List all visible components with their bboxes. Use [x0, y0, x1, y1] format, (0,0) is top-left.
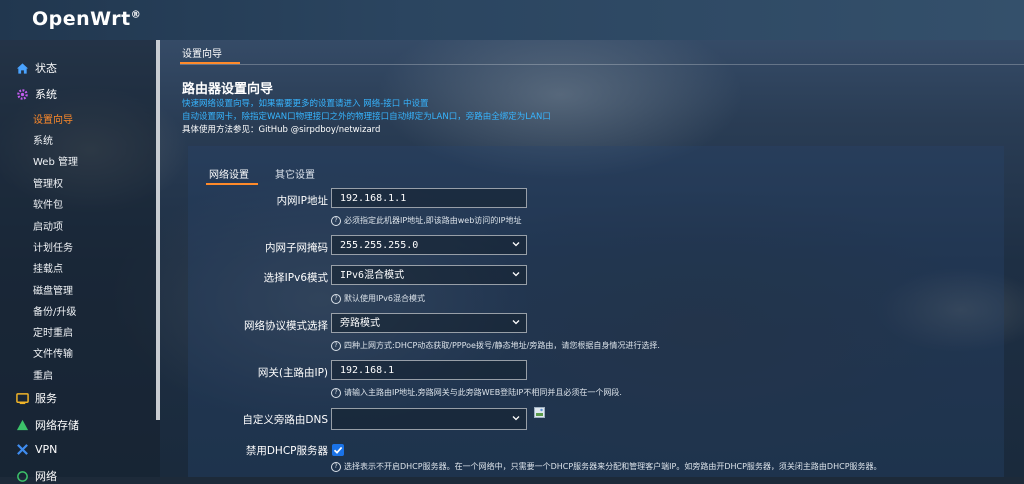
gateway-hint: ? 请输入主路由IP地址,旁路网关与此旁路WEB登陆IP不相同并且必须在一个网段… [331, 387, 622, 398]
services-icon [16, 392, 29, 404]
vpn-icon [17, 444, 28, 455]
sidebar-sub-reboot-schedule[interactable]: 定时重启 [33, 324, 73, 339]
sidebar-sub-system[interactable]: 系统 [33, 132, 53, 147]
sidebar-item-label: VPN [35, 443, 58, 456]
sidebar-item-label: 网络存储 [35, 419, 79, 432]
sidebar-sub-file-transfer[interactable]: 文件传输 [33, 345, 73, 360]
ipv6-mode-hint: ? 默认使用IPv6混合模式 [331, 293, 425, 304]
sidebar-sub-wizard[interactable]: 设置向导 [33, 111, 73, 126]
lan-ip-label: 内网IP地址 [276, 195, 328, 207]
sidebar-sub-admin[interactable]: 管理权 [33, 175, 63, 190]
disable-dhcp-label: 禁用DHCP服务器 [245, 445, 328, 457]
gear-icon [17, 88, 28, 100]
top-bar: OpenWrt® [0, 0, 1024, 40]
sidebar-item-status[interactable]: 状态 [16, 60, 57, 76]
tab-network-settings[interactable]: 网络设置 [209, 166, 249, 181]
sidebar-item-label: 网络 [35, 470, 57, 483]
checkmark-icon [333, 446, 343, 454]
sidebar-item-system[interactable]: 系统 [16, 86, 57, 102]
sidebar-item-storage[interactable]: 网络存储 [16, 417, 79, 433]
add-dns-icon[interactable] [534, 407, 545, 418]
sidebar-item-network[interactable]: 网络 [16, 468, 57, 484]
help-icon: ? [331, 387, 341, 398]
gateway-input[interactable]: 192.168.1 [331, 360, 527, 380]
help-icon: ? [331, 293, 341, 304]
netmask-label: 内网子网掩码 [265, 242, 328, 254]
sidebar-item-vpn[interactable]: VPN [16, 443, 57, 456]
sidebar-sub-web-admin[interactable]: Web 管理 [33, 153, 78, 168]
chevron-down-icon [512, 320, 520, 325]
disable-dhcp-hint: ? 选择表示不开启DHCP服务器。在一个网络中，只需要一个DHCP服务器来分配和… [331, 461, 882, 472]
protocol-mode-hint: ? 四种上网方式:DHCP动态获取/PPPoe拨号/静态地址/旁路由，请您根据自… [331, 340, 660, 351]
sidebar-sub-cron[interactable]: 计划任务 [33, 239, 73, 254]
lan-ip-hint: ? 必须指定此机器IP地址,即该路由web访问的IP地址 [331, 215, 521, 226]
sidebar-sub-startup[interactable]: 启动项 [33, 218, 63, 233]
gateway-label: 网关(主路由IP) [257, 367, 328, 379]
network-icon [17, 470, 28, 482]
sidebar-item-services[interactable]: 服务 [16, 390, 57, 406]
ipv6-mode-select[interactable]: IPv6混合模式 [331, 265, 527, 285]
protocol-mode-select[interactable]: 旁路模式 [331, 313, 527, 333]
description-line-3: 具体使用方法参见：GitHub @sirpdboy/netwizard [182, 125, 381, 135]
sidebar-item-label: 系统 [35, 88, 57, 101]
sidebar-sub-packages[interactable]: 软件包 [33, 196, 63, 211]
description-line-1: 快速网络设置向导，如果需要更多的设置请进入 网络-接口 中设置 [182, 99, 429, 109]
sidebar-sub-disk[interactable]: 磁盘管理 [33, 282, 73, 297]
chevron-down-icon [512, 272, 520, 277]
description-line-2: 自动设置网卡，除指定WAN口物理接口之外的物理接口自动绑定为LAN口，旁路由全绑… [182, 112, 551, 122]
custom-dns-select[interactable] [331, 408, 527, 430]
sidebar-sub-reboot[interactable]: 重启 [33, 367, 53, 382]
help-icon: ? [331, 215, 341, 226]
active-tab-indicator [206, 183, 258, 185]
sidebar-sub-backup[interactable]: 备份/升级 [33, 303, 76, 318]
disable-dhcp-checkbox[interactable] [332, 444, 344, 456]
divider [180, 64, 1024, 65]
lan-ip-input[interactable]: 192.168.1.1 [331, 188, 527, 208]
custom-dns-label: 自定义旁路由DNS [242, 414, 328, 426]
openwrt-logo[interactable]: OpenWrt® [32, 8, 141, 30]
sidebar [0, 40, 160, 477]
sidebar-item-label: 服务 [35, 392, 57, 405]
storage-icon [16, 419, 29, 430]
help-icon: ? [331, 340, 341, 351]
page-title: 路由器设置向导 [182, 82, 274, 97]
ipv6-mode-label: 选择IPv6模式 [263, 272, 328, 284]
chevron-down-icon [512, 242, 520, 247]
netmask-select[interactable]: 255.255.255.0 [331, 235, 527, 255]
main-content: 设置向导 路由器设置向导 快速网络设置向导，如果需要更多的设置请进入 网络-接口… [160, 40, 1024, 477]
sidebar-sub-mounts[interactable]: 挂载点 [33, 260, 63, 275]
chevron-down-icon [512, 416, 520, 421]
sidebar-item-label: 状态 [35, 62, 57, 75]
protocol-mode-label: 网络协议模式选择 [244, 320, 328, 332]
tab-other-settings[interactable]: 其它设置 [275, 166, 315, 181]
help-icon: ? [331, 461, 341, 472]
home-icon [16, 62, 29, 74]
